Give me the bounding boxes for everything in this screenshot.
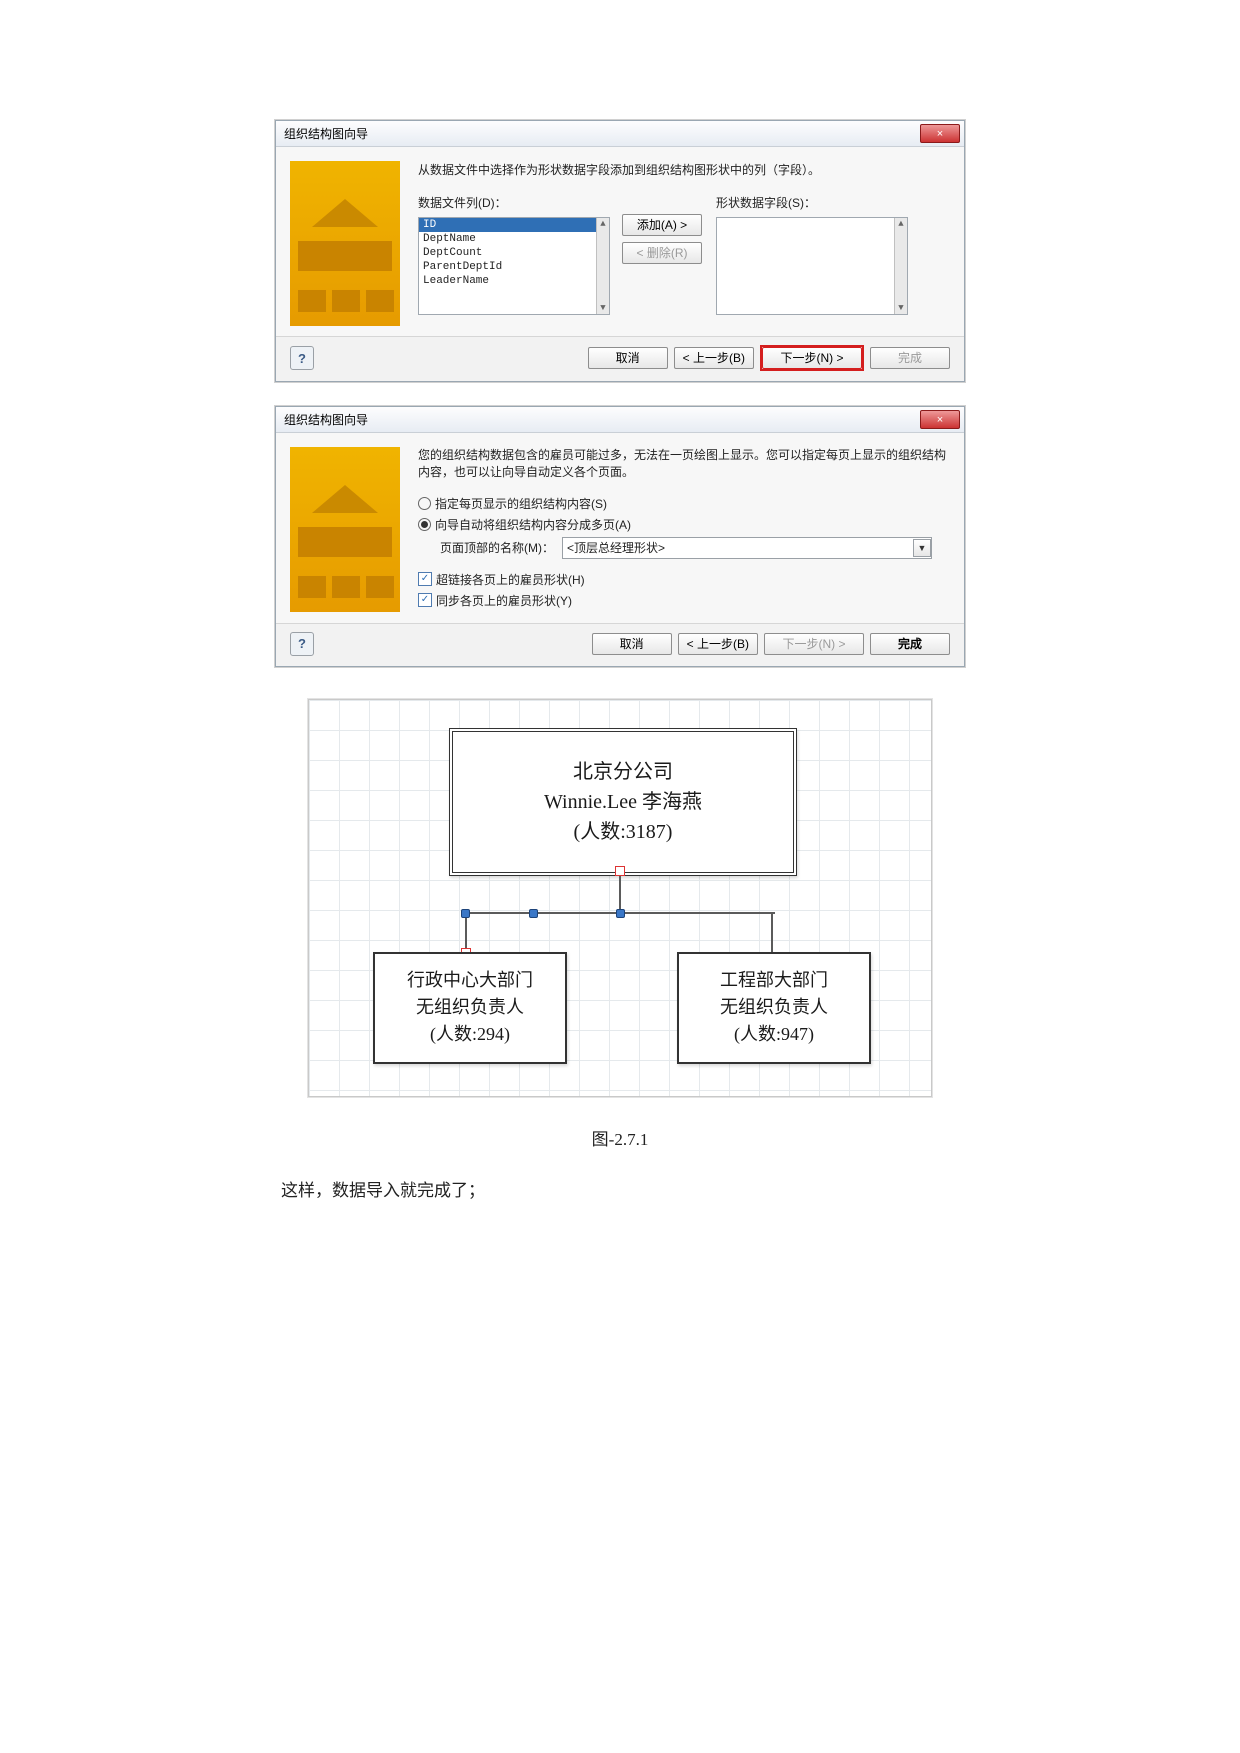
- chevron-up-icon[interactable]: ▲: [597, 218, 609, 230]
- dialog1-titlebar: 组织结构图向导 ×: [276, 121, 964, 147]
- dialog2-title: 组织结构图向导: [284, 411, 368, 428]
- node-line: (人数:294): [430, 1021, 510, 1048]
- chevron-up-icon[interactable]: ▲: [895, 218, 907, 230]
- back-button[interactable]: < 上一步(B): [674, 347, 754, 369]
- finish-button[interactable]: 完成: [870, 347, 950, 369]
- wizard-dialog-1: 组织结构图向导 × 从数据文件中选择作为形状数据字段添加到组织结构图形状中的列（…: [275, 120, 965, 382]
- wizard-image: [290, 447, 400, 612]
- node-line: (人数:3187): [574, 817, 673, 847]
- node-line: 无组织负责人: [720, 994, 828, 1021]
- top-name-label: 页面顶部的名称(M)：: [440, 539, 554, 556]
- option-auto[interactable]: 向导自动将组织结构内容分成多页(A): [418, 516, 950, 533]
- list-item[interactable]: DeptCount: [419, 246, 609, 260]
- next-button[interactable]: 下一步(N) >: [762, 347, 862, 369]
- next-button[interactable]: 下一步(N) >: [764, 633, 864, 655]
- dialog2-titlebar: 组织结构图向导 ×: [276, 407, 964, 433]
- help-button[interactable]: ?: [290, 346, 314, 370]
- list-item[interactable]: LeaderName: [419, 274, 609, 288]
- close-icon[interactable]: ×: [920, 124, 960, 143]
- next-button-highlight: 下一步(N) >: [760, 345, 864, 371]
- close-icon[interactable]: ×: [920, 410, 960, 429]
- left-list-label: 数据文件列(D)：: [418, 194, 608, 211]
- figure-caption: 图-2.7.1: [592, 1125, 649, 1150]
- scrollbar[interactable]: ▲ ▼: [596, 218, 609, 314]
- org-node-root[interactable]: 北京分公司 Winnie.Lee 李海燕 (人数:3187): [449, 728, 797, 876]
- option-manual[interactable]: 指定每页显示的组织结构内容(S): [418, 495, 950, 512]
- back-button[interactable]: < 上一步(B): [678, 633, 758, 655]
- node-line: 工程部大部门: [720, 967, 828, 994]
- org-node-child[interactable]: 行政中心大部门 无组织负责人 (人数:294): [373, 952, 567, 1064]
- selection-handle[interactable]: [615, 866, 625, 876]
- node-line: 北京分公司: [573, 757, 673, 787]
- org-chart-canvas[interactable]: 北京分公司 Winnie.Lee 李海燕 (人数:3187) 行政中心大部门 无…: [308, 699, 932, 1097]
- dialog2-instruction: 您的组织结构数据包含的雇员可能过多，无法在一页绘图上显示。您可以指定每页上显示的…: [418, 447, 950, 481]
- shape-fields-listbox[interactable]: ▲ ▼: [716, 217, 908, 315]
- list-item[interactable]: ParentDeptId: [419, 260, 609, 274]
- scrollbar[interactable]: ▲ ▼: [894, 218, 907, 314]
- dialog1-title: 组织结构图向导: [284, 125, 368, 142]
- right-list-label: 形状数据字段(S)：: [716, 194, 906, 211]
- list-item[interactable]: DeptName: [419, 232, 609, 246]
- checkbox-sync[interactable]: ✓ 同步各页上的雇员形状(Y): [418, 592, 950, 609]
- dialog2-footer: ? 取消 < 上一步(B) 下一步(N) > 完成: [276, 623, 964, 666]
- remove-button[interactable]: < 删除(R): [622, 242, 702, 264]
- finish-button[interactable]: 完成: [870, 633, 950, 655]
- connector-point[interactable]: [529, 909, 538, 918]
- body-text: 这样，数据导入就完成了；: [271, 1176, 969, 1201]
- connector-point[interactable]: [461, 909, 470, 918]
- list-item[interactable]: ID: [419, 218, 609, 232]
- connector: [465, 912, 467, 952]
- radio-icon[interactable]: [418, 497, 431, 510]
- chevron-down-icon[interactable]: ▼: [913, 539, 931, 557]
- dialog1-footer: ? 取消 < 上一步(B) 下一步(N) > 完成: [276, 336, 964, 381]
- wizard-dialog-2: 组织结构图向导 × 您的组织结构数据包含的雇员可能过多，无法在一页绘图上显示。您…: [275, 406, 965, 667]
- option-auto-label: 向导自动将组织结构内容分成多页(A): [435, 516, 631, 533]
- checkbox-icon[interactable]: ✓: [418, 572, 432, 586]
- cancel-button[interactable]: 取消: [592, 633, 672, 655]
- help-button[interactable]: ?: [290, 632, 314, 656]
- node-line: 行政中心大部门: [407, 967, 533, 994]
- option-manual-label: 指定每页显示的组织结构内容(S): [435, 495, 607, 512]
- add-button[interactable]: 添加(A) >: [622, 214, 702, 236]
- chevron-down-icon[interactable]: ▼: [895, 302, 907, 314]
- checkbox-sync-label: 同步各页上的雇员形状(Y): [436, 592, 572, 609]
- checkbox-icon[interactable]: ✓: [418, 593, 432, 607]
- node-line: Winnie.Lee 李海燕: [544, 787, 702, 817]
- connector: [771, 912, 773, 952]
- chevron-down-icon[interactable]: ▼: [597, 302, 609, 314]
- top-name-value: <顶层总经理形状>: [567, 539, 665, 556]
- connector-point[interactable]: [616, 909, 625, 918]
- radio-icon[interactable]: [418, 518, 431, 531]
- checkbox-link-label: 超链接各页上的雇员形状(H): [436, 571, 585, 588]
- checkbox-link[interactable]: ✓ 超链接各页上的雇员形状(H): [418, 571, 950, 588]
- node-line: 无组织负责人: [416, 994, 524, 1021]
- columns-listbox[interactable]: ID DeptName DeptCount ParentDeptId Leade…: [418, 217, 610, 315]
- cancel-button[interactable]: 取消: [588, 347, 668, 369]
- top-name-combo[interactable]: <顶层总经理形状> ▼: [562, 537, 932, 559]
- node-line: (人数:947): [734, 1021, 814, 1048]
- wizard-image: [290, 161, 400, 326]
- org-node-child[interactable]: 工程部大部门 无组织负责人 (人数:947): [677, 952, 871, 1064]
- dialog1-instruction: 从数据文件中选择作为形状数据字段添加到组织结构图形状中的列（字段）。: [418, 161, 950, 178]
